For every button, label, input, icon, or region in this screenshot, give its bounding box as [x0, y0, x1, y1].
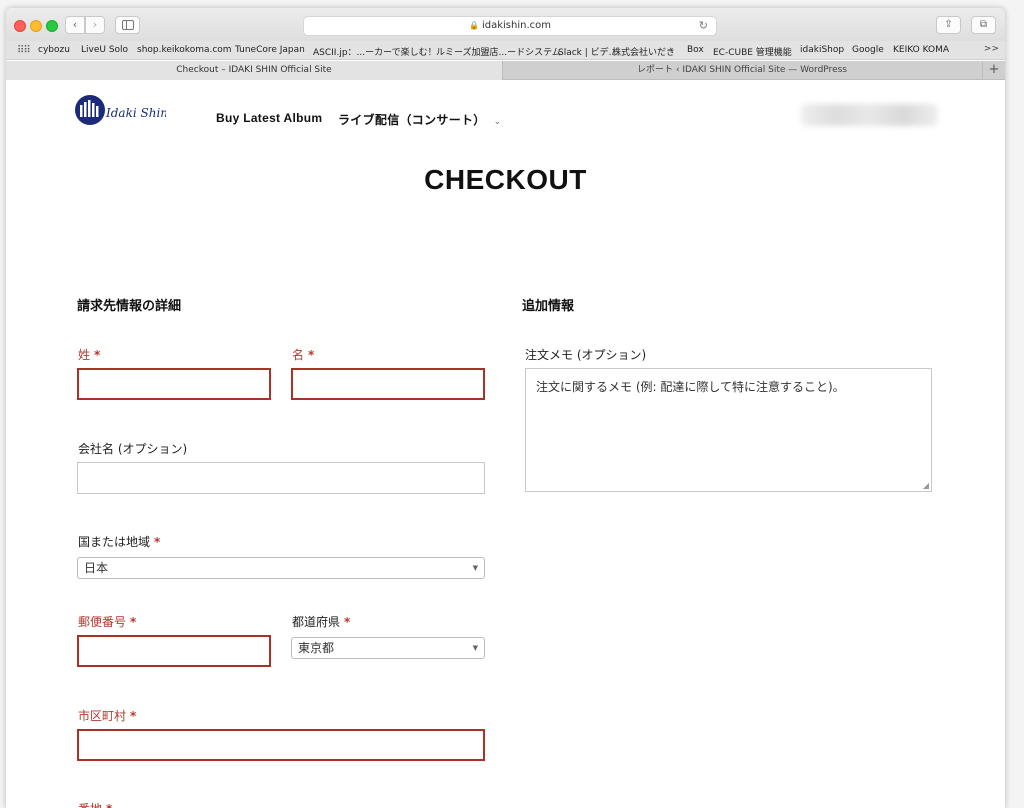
order-notes-placeholder: 注文に関するメモ (例: 配達に際して特に注意すること)。 — [536, 380, 845, 394]
grid-icon[interactable]: ⠿⠿ — [17, 45, 31, 56]
resize-handle-icon[interactable]: ◢ — [923, 481, 929, 490]
chevron-right-icon: › — [92, 18, 98, 31]
city-label-text: 市区町村 — [78, 709, 127, 723]
browser-toolbar: ‹ › 🔒 idakishin.com ↻ ⇪ ⧉ — [6, 8, 1005, 41]
bookmark-item[interactable]: idakiShop — [800, 45, 844, 55]
nav-live-streaming[interactable]: ライブ配信（コンサート） ⌄ — [338, 111, 501, 128]
page-title: CHECKOUT — [424, 164, 587, 195]
order-notes-textarea[interactable]: 注文に関するメモ (例: 配達に際して特に注意すること)。 ◢ — [525, 368, 932, 492]
bookmarks-bar: ⠿⠿ cybozu LiveU Solo shop.keikokoma.com … — [6, 41, 1005, 60]
lock-icon: 🔒 — [469, 21, 479, 30]
required-mark: * — [106, 802, 112, 808]
forward-button[interactable]: › — [85, 16, 105, 34]
billing-heading: 請求先情報の詳細 — [77, 299, 182, 314]
bookmarks-overflow-button[interactable]: >> — [984, 44, 999, 54]
back-button[interactable]: ‹ — [65, 16, 85, 34]
browser-window: ‹ › 🔒 idakishin.com ↻ ⇪ ⧉ ⠿⠿ cybozu LiveU… — [6, 8, 1005, 808]
bookmark-item[interactable]: Box — [687, 45, 704, 55]
bookmark-item[interactable]: Google — [852, 45, 884, 55]
bookmark-item[interactable]: EC-CUBE 管理機能 — [713, 45, 792, 58]
share-icon: ⇪ — [944, 19, 953, 30]
chevron-down-icon: ⌄ — [493, 116, 502, 126]
postcode-label-text: 郵便番号 — [78, 615, 127, 629]
city-input[interactable] — [77, 729, 485, 761]
prefecture-select[interactable]: 東京都 ▼ — [291, 637, 485, 659]
tab-checkout[interactable]: Checkout – IDAKI SHIN Official Site — [6, 61, 503, 80]
share-button[interactable]: ⇪ — [936, 16, 961, 34]
first-name-label: 名 * — [292, 346, 314, 363]
reload-icon[interactable]: ↻ — [699, 17, 708, 35]
bookmark-item[interactable]: LiveU Solo — [81, 45, 128, 55]
prefecture-label-text: 都道府県 — [292, 615, 341, 629]
maximize-window-button[interactable] — [46, 20, 58, 32]
additional-info-heading: 追加情報 — [522, 299, 575, 314]
nav-buy-latest-album[interactable]: Buy Latest Album — [216, 111, 322, 125]
tab-wordpress-report[interactable]: レポート ‹ IDAKI SHIN Official Site — WordPr… — [503, 61, 981, 80]
dropdown-arrow-icon: ▼ — [472, 564, 478, 572]
order-notes-label: 注文メモ (オプション) — [525, 348, 647, 362]
tabs-icon: ⧉ — [979, 19, 988, 30]
country-value: 日本 — [84, 561, 109, 575]
address-label-text: 番地 — [78, 802, 102, 808]
bookmark-item[interactable]: ASCII.jp：...ーカーで楽しむ！ — [313, 45, 437, 58]
required-mark: * — [94, 348, 101, 362]
minimize-window-button[interactable] — [30, 20, 42, 32]
country-select[interactable]: 日本 ▼ — [77, 557, 485, 579]
first-name-input[interactable] — [291, 368, 485, 400]
sidebar-toggle-button[interactable] — [115, 16, 140, 34]
bookmark-item[interactable]: ルミーズ加盟店...ードシステム — [436, 45, 561, 58]
site-logo[interactable]: Idaki Shin — [74, 94, 166, 126]
last-name-label: 姓 * — [78, 346, 100, 363]
tab-overview-button[interactable]: ⧉ — [971, 16, 996, 34]
country-label-text: 国または地域 — [78, 535, 151, 549]
logo-text: Idaki Shin — [105, 106, 166, 120]
prefecture-label: 都道府県 * — [292, 613, 350, 630]
bookmark-item[interactable]: Slack | ビデ... — [558, 45, 617, 58]
dropdown-arrow-icon: ▼ — [472, 644, 478, 652]
address-bar[interactable]: 🔒 idakishin.com ↻ — [303, 16, 717, 36]
nav-live-streaming-label: ライブ配信（コンサート） — [338, 113, 486, 127]
account-area-blurred — [801, 104, 938, 126]
url-text: idakishin.com — [481, 20, 551, 31]
last-name-input[interactable] — [77, 368, 271, 400]
tab-strip: Checkout – IDAKI SHIN Official Site レポート… — [6, 61, 1005, 80]
postcode-label: 郵便番号 * — [78, 613, 136, 630]
bookmark-item[interactable]: TuneCore Japan — [235, 45, 305, 55]
city-label: 市区町村 * — [78, 707, 136, 724]
required-mark: * — [130, 615, 137, 629]
company-label: 会社名 (オプション) — [78, 442, 188, 456]
required-mark: * — [308, 348, 315, 362]
chevron-left-icon: ‹ — [72, 18, 78, 31]
page-content: Idaki Shin Buy Latest Album ライブ配信（コンサート）… — [6, 80, 1005, 808]
close-window-button[interactable] — [14, 20, 26, 32]
postcode-input[interactable] — [77, 635, 271, 667]
address-label: 番地 * — [78, 800, 112, 808]
prefecture-value: 東京都 — [298, 641, 335, 655]
required-mark: * — [130, 709, 137, 723]
company-input[interactable] — [77, 462, 485, 494]
required-mark: * — [344, 615, 351, 629]
sidebar-icon — [121, 20, 134, 30]
bookmark-item[interactable]: cybozu — [38, 45, 70, 55]
bookmark-item[interactable]: KEIKO KOMA — [893, 45, 949, 55]
required-mark: * — [154, 535, 161, 549]
last-name-label-text: 姓 — [78, 348, 91, 362]
country-label: 国または地域 * — [78, 533, 160, 550]
bookmark-item[interactable]: 株式会社いだき — [612, 45, 675, 58]
new-tab-button[interactable]: + — [982, 61, 1005, 80]
bookmark-item[interactable]: shop.keikokoma.com — [137, 45, 232, 55]
first-name-label-text: 名 — [292, 348, 305, 362]
